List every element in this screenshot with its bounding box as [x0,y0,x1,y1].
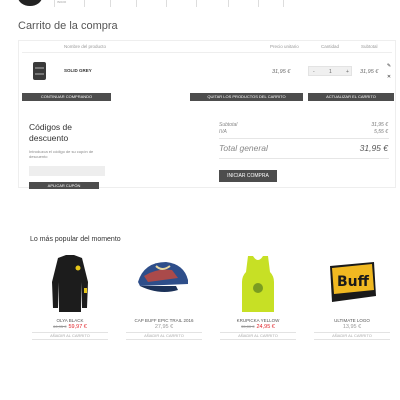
tax-value: 5,55 € [374,129,388,135]
item-subtotal: 31,95 € [360,69,379,75]
product-image[interactable] [32,252,108,314]
product-card[interactable]: CAP BUFF EPIC TRAIL 2016 27,95 € AÑADIR … [126,252,202,340]
nav-item[interactable] [84,0,110,7]
nav-item[interactable] [166,0,196,7]
product-image[interactable] [126,252,202,314]
product-price: 35,00 €24,95 € [220,324,296,330]
nav-item[interactable] [258,0,284,7]
svg-text:Buff: Buff [337,274,370,290]
quantity-stepper[interactable]: - 1 + [308,66,352,76]
apply-coupon-button[interactable]: APLICAR CUPÓN [29,182,99,189]
add-to-cart-button[interactable]: AÑADIR AL CARRITO [220,332,296,340]
old-price: 66,95 € [53,324,67,329]
product-price: 27,95 € [126,324,202,330]
header-quantity: Cantidad [321,44,340,49]
popular-title: Lo más popular del momento [30,236,121,243]
remove-all-button[interactable]: QUITAR LOS PRODUCTOS DEL CARRITO [190,93,303,101]
page-title: Carrito de la compra [18,20,118,32]
divider [22,52,392,53]
unit-price: 31,95 € [272,69,291,75]
nav-item-inicio[interactable]: INICIO [54,0,84,7]
sale-price: 24,95 € [256,324,275,330]
close-icon[interactable]: ✕ [386,74,392,80]
discount-description: Introduzca el código de su cupón de desc… [29,149,94,159]
product-name[interactable]: KRUPICKA YELLOW [220,318,296,323]
add-to-cart-button[interactable]: AÑADIR AL CARRITO [32,332,108,340]
pencil-icon[interactable]: ✎ [386,63,392,69]
grand-total-label: Total general [219,143,268,153]
subtotal-label: Subtotal [219,122,238,128]
product-image[interactable] [220,252,296,314]
checkout-button[interactable]: INICIAR COMPRA [219,170,277,182]
price: 13,95 € [342,324,362,330]
product-card[interactable]: Buff ULTIMATE LOGO 13,95 € AÑADIR AL CAR… [314,252,390,340]
header-unit-price: Precio unitario [270,44,299,49]
nav-item[interactable] [228,0,258,7]
top-navigation: INICIO [0,0,400,8]
price: 27,95 € [154,324,174,330]
grand-total-value: 31,95 € [359,143,388,153]
sale-price: 59,97 € [68,324,87,330]
divider [219,158,389,159]
quantity-value[interactable]: 1 [329,69,332,75]
brand-logo[interactable] [18,0,42,6]
product-name[interactable]: ULTIMATE LOGO [314,318,390,323]
product-price: 13,95 € [314,324,390,330]
tax-label: IVA [219,129,227,135]
decrease-button[interactable]: - [313,69,315,75]
nav-item[interactable] [136,0,166,7]
product-name[interactable]: OLYA BLACK [32,318,108,323]
divider [219,138,389,139]
product-price: 66,95 €59,97 € [32,324,108,330]
product-image[interactable]: Buff [314,252,390,314]
add-to-cart-button[interactable]: AÑADIR AL CARRITO [126,332,202,340]
nav-item[interactable] [110,0,136,7]
nav-item[interactable] [196,0,228,7]
old-price: 35,00 € [241,324,255,329]
product-card[interactable]: OLYA BLACK 66,95 €59,97 € AÑADIR AL CARR… [32,252,108,340]
coupon-input[interactable] [29,166,105,176]
increase-button[interactable]: + [346,69,349,75]
header-product: Nombre del producto [64,44,107,49]
add-to-cart-button[interactable]: AÑADIR AL CARRITO [314,332,390,340]
product-thumbnail[interactable] [33,62,46,80]
header-subtotal: Subtotal [361,44,378,49]
product-name[interactable]: CAP BUFF EPIC TRAIL 2016 [126,318,202,323]
update-cart-button[interactable]: ACTUALIZAR EL CARRITO [308,93,394,101]
product-card[interactable]: KRUPICKA YELLOW 35,00 €24,95 € AÑADIR AL… [220,252,296,340]
discount-title: Códigos de descuento [29,122,73,143]
subtotal-value: 31,95 € [371,122,388,128]
product-name[interactable]: SOLID GREY [64,68,92,73]
continue-shopping-button[interactable]: CONTINUAR COMPRANDO [22,93,111,101]
